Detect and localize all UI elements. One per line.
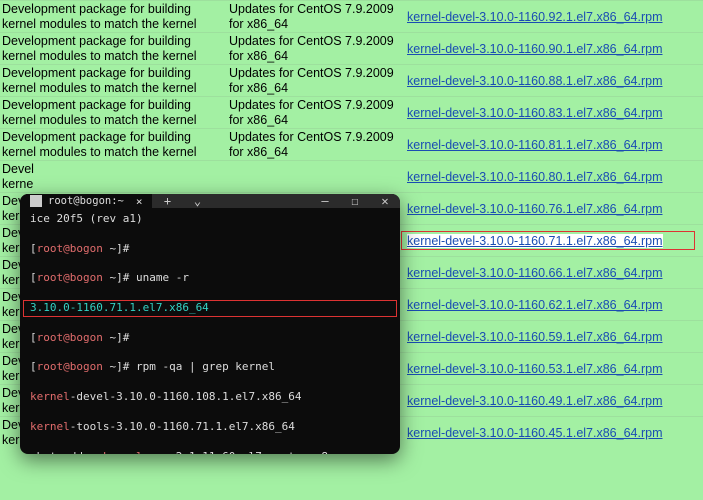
terminal-line: abrt-addon-kerneloops-2.1.11-60.el7.cent… xyxy=(30,450,390,455)
rpm-link[interactable]: kernel-devel-3.10.0-1160.59.1.el7.x86_64… xyxy=(407,330,663,344)
rpm-link[interactable]: kernel-devel-3.10.0-1160.83.1.el7.x86_64… xyxy=(407,106,663,120)
update-source: Updates for CentOS 7.9.2009 for x86_64 xyxy=(225,97,395,129)
rpm-link[interactable]: kernel-devel-3.10.0-1160.53.1.el7.x86_64… xyxy=(407,362,663,376)
table-row: Develkerne kernel-devel-3.10.0-1160.80.1.… xyxy=(0,161,703,193)
terminal-titlebar[interactable]: root@bogon:~ × + ⌄ — ☐ ✕ xyxy=(20,194,400,208)
rpm-link[interactable]: kernel-devel-3.10.0-1160.62.1.el7.x86_64… xyxy=(407,298,663,312)
terminal-line: [root@bogon ~]# rpm -qa | grep kernel xyxy=(30,360,390,375)
package-description: Development package for building kernel … xyxy=(0,33,225,65)
package-link-cell: kernel-devel-3.10.0-1160.76.1.el7.x86_64… xyxy=(395,193,703,225)
close-button[interactable]: ✕ xyxy=(370,194,400,208)
terminal-line: kernel-devel-3.10.0-1160.108.1.el7.x86_6… xyxy=(30,390,390,405)
update-source: Updates for CentOS 7.9.2009 for x86_64 xyxy=(225,1,395,33)
new-tab-button[interactable]: + xyxy=(152,194,182,208)
package-link-cell: kernel-devel-3.10.0-1160.53.1.el7.x86_64… xyxy=(395,353,703,385)
package-link-cell: kernel-devel-3.10.0-1160.45.1.el7.x86_64… xyxy=(395,417,703,449)
tab-dropdown-button[interactable]: ⌄ xyxy=(182,194,212,208)
package-link-cell: kernel-devel-3.10.0-1160.66.1.el7.x86_64… xyxy=(395,257,703,289)
package-description: Development package for building kernel … xyxy=(0,65,225,97)
terminal-icon xyxy=(30,195,42,207)
table-row: Development package for building kernel … xyxy=(0,1,703,33)
rpm-link[interactable]: kernel-devel-3.10.0-1160.76.1.el7.x86_64… xyxy=(407,202,663,216)
package-link-cell: kernel-devel-3.10.0-1160.62.1.el7.x86_64… xyxy=(395,289,703,321)
terminal-line: ice 20f5 (rev a1) xyxy=(30,212,390,227)
terminal-line: kernel-tools-3.10.0-1160.71.1.el7.x86_64 xyxy=(30,420,390,435)
rpm-link[interactable]: kernel-devel-3.10.0-1160.80.1.el7.x86_64… xyxy=(407,170,663,184)
tab-close-icon[interactable]: × xyxy=(136,195,143,208)
package-link-cell: kernel-devel-3.10.0-1160.81.1.el7.x86_64… xyxy=(395,129,703,161)
table-row: Development package for building kernel … xyxy=(0,97,703,129)
table-row: Development package for building kernel … xyxy=(0,33,703,65)
package-link-cell: kernel-devel-3.10.0-1160.90.1.el7.x86_64… xyxy=(395,33,703,65)
package-description: Development package for building kernel … xyxy=(0,1,225,33)
table-row: Development package for building kernel … xyxy=(0,129,703,161)
rpm-link[interactable]: kernel-devel-3.10.0-1160.90.1.el7.x86_64… xyxy=(407,42,663,56)
terminal-tab-title: root@bogon:~ xyxy=(48,195,124,207)
update-source: Updates for CentOS 7.9.2009 for x86_64 xyxy=(225,129,395,161)
package-link-cell: kernel-devel-3.10.0-1160.71.1.el7.x86_64… xyxy=(395,225,703,257)
rpm-link[interactable]: kernel-devel-3.10.0-1160.92.1.el7.x86_64… xyxy=(407,10,663,24)
package-link-cell: kernel-devel-3.10.0-1160.88.1.el7.x86_64… xyxy=(395,65,703,97)
terminal-line: [root@bogon ~]# xyxy=(30,242,390,257)
rpm-link[interactable]: kernel-devel-3.10.0-1160.45.1.el7.x86_64… xyxy=(407,426,663,440)
update-source: Updates for CentOS 7.9.2009 for x86_64 xyxy=(225,33,395,65)
update-source xyxy=(225,161,395,193)
terminal-window: root@bogon:~ × + ⌄ — ☐ ✕ ice 20f5 (rev a… xyxy=(20,194,400,454)
rpm-link[interactable]: kernel-devel-3.10.0-1160.66.1.el7.x86_64… xyxy=(407,266,663,280)
package-link-cell: kernel-devel-3.10.0-1160.80.1.el7.x86_64… xyxy=(395,161,703,193)
terminal-line: [root@bogon ~]# xyxy=(30,331,390,346)
package-link-cell: kernel-devel-3.10.0-1160.49.1.el7.x86_64… xyxy=(395,385,703,417)
rpm-link[interactable]: kernel-devel-3.10.0-1160.71.1.el7.x86_64… xyxy=(407,234,663,248)
package-link-cell: kernel-devel-3.10.0-1160.59.1.el7.x86_64… xyxy=(395,321,703,353)
rpm-link[interactable]: kernel-devel-3.10.0-1160.88.1.el7.x86_64… xyxy=(407,74,663,88)
package-link-cell: kernel-devel-3.10.0-1160.83.1.el7.x86_64… xyxy=(395,97,703,129)
terminal-tab[interactable]: root@bogon:~ × xyxy=(20,194,152,208)
package-link-cell: kernel-devel-3.10.0-1160.92.1.el7.x86_64… xyxy=(395,1,703,33)
rpm-link[interactable]: kernel-devel-3.10.0-1160.49.1.el7.x86_64… xyxy=(407,394,663,408)
package-description: Develkerne xyxy=(0,161,225,193)
package-description: Development package for building kernel … xyxy=(0,97,225,129)
terminal-line: 3.10.0-1160.71.1.el7.x86_64 xyxy=(24,301,396,316)
table-row: Development package for building kernel … xyxy=(0,65,703,97)
terminal-line: [root@bogon ~]# uname -r xyxy=(30,271,390,286)
rpm-link[interactable]: kernel-devel-3.10.0-1160.81.1.el7.x86_64… xyxy=(407,138,663,152)
update-source: Updates for CentOS 7.9.2009 for x86_64 xyxy=(225,65,395,97)
minimize-button[interactable]: — xyxy=(310,194,340,208)
terminal-body[interactable]: ice 20f5 (rev a1) [root@bogon ~]# [root@… xyxy=(20,208,400,454)
maximize-button[interactable]: ☐ xyxy=(340,194,370,208)
package-description: Development package for building kernel … xyxy=(0,129,225,161)
